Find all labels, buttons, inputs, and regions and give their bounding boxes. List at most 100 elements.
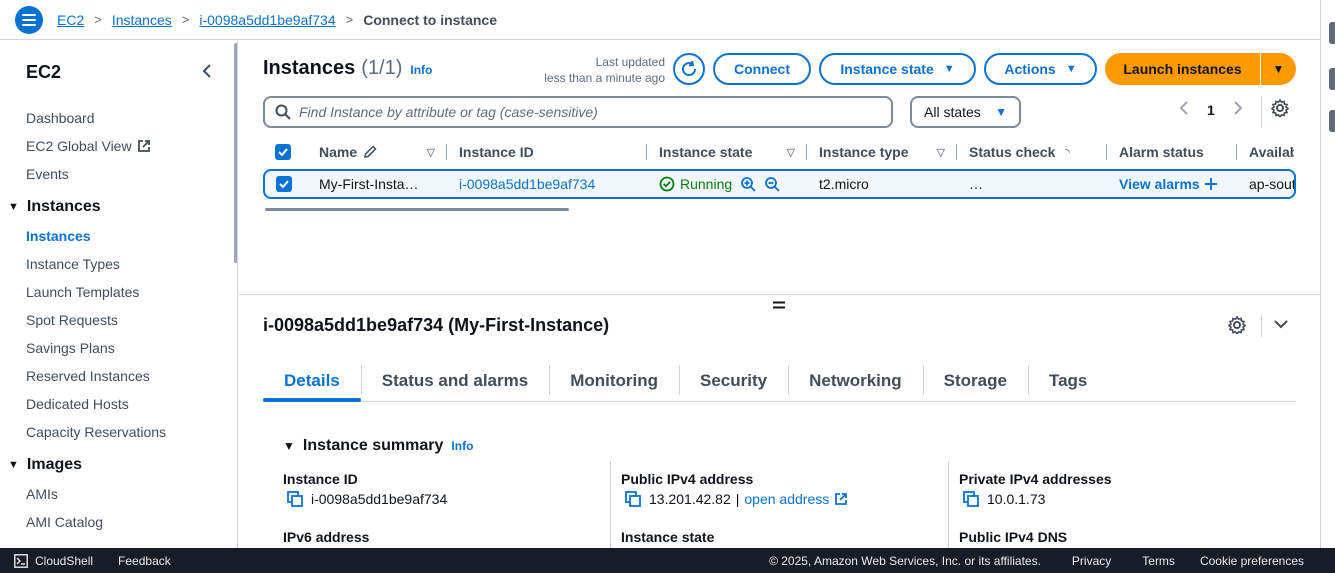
sidebar-item-savings-plans[interactable]: Savings Plans bbox=[26, 334, 237, 362]
edge-handle[interactable] bbox=[1329, 22, 1335, 44]
cell-instance-id-link[interactable]: i-0098a5dd1be9af734 bbox=[447, 176, 647, 192]
column-header-status-check[interactable]: Status check ◝ bbox=[957, 137, 1107, 167]
sidebar-item-capacity-reservations[interactable]: Capacity Reservations bbox=[26, 418, 237, 446]
open-address-link[interactable]: open address bbox=[744, 491, 829, 507]
column-header-instance-state[interactable]: Instance state ▽ bbox=[647, 137, 807, 167]
instances-info-link[interactable]: Info bbox=[410, 63, 432, 77]
tab-networking[interactable]: Networking bbox=[788, 359, 923, 401]
divider bbox=[1261, 315, 1262, 337]
tab-details[interactable]: Details bbox=[263, 359, 361, 402]
tab-storage[interactable]: Storage bbox=[922, 359, 1028, 401]
cookie-preferences-link[interactable]: Cookie preferences bbox=[1200, 554, 1304, 568]
tab-monitoring[interactable]: Monitoring bbox=[549, 359, 679, 401]
instance-state-dropdown[interactable]: Instance state ▼ bbox=[819, 53, 976, 85]
tab-status-and-alarms[interactable]: Status and alarms bbox=[360, 359, 549, 401]
sidebar-section-label: Images bbox=[26, 456, 83, 473]
cell-status-check: … bbox=[969, 176, 983, 192]
sidebar-item-instances[interactable]: Instances bbox=[26, 222, 237, 250]
breadcrumb-ec2[interactable]: EC2 bbox=[57, 12, 84, 28]
instance-id-text: i-0098a5dd1be9af734 bbox=[311, 491, 448, 507]
sidebar-item-events[interactable]: Events bbox=[26, 160, 237, 188]
caret-down-icon: ▼ bbox=[283, 439, 295, 453]
table-horizontal-scrollbar[interactable] bbox=[265, 208, 569, 211]
sort-caret-icon[interactable]: ▽ bbox=[937, 146, 945, 159]
feedback-button[interactable]: Feedback bbox=[118, 554, 171, 568]
collapse-sidebar-icon[interactable] bbox=[201, 61, 213, 84]
terminal-icon bbox=[14, 553, 28, 568]
state-filter-select[interactable]: All states ▼ bbox=[910, 96, 1021, 128]
split-panel-preferences-button[interactable] bbox=[1227, 315, 1247, 337]
sidebar-item-ami-catalog[interactable]: AMI Catalog bbox=[26, 508, 237, 536]
zoom-in-icon[interactable] bbox=[740, 176, 756, 192]
add-icon[interactable] bbox=[1204, 178, 1217, 190]
actions-dropdown[interactable]: Actions ▼ bbox=[984, 53, 1097, 85]
instance-summary-info-link[interactable]: Info bbox=[451, 439, 473, 453]
table-header: Name ▽ Instance ID Instance state ▽ Inst… bbox=[263, 137, 1296, 167]
select-all-checkbox[interactable] bbox=[275, 144, 291, 160]
sidebar-section-images[interactable]: ▼ Images bbox=[0, 450, 237, 480]
copy-icon[interactable] bbox=[287, 491, 303, 507]
external-link-icon bbox=[835, 493, 848, 505]
chevron-right-icon: > bbox=[181, 12, 190, 27]
actions-label: Actions bbox=[1004, 61, 1056, 77]
column-header-name[interactable]: Name ▽ bbox=[307, 137, 447, 167]
breadcrumb: EC2 > Instances > i-0098a5dd1be9af734 > … bbox=[57, 12, 497, 28]
cell-instance-state: Running bbox=[647, 176, 807, 192]
privacy-link[interactable]: Privacy bbox=[1072, 554, 1111, 568]
previous-page-button[interactable] bbox=[1179, 99, 1189, 120]
private-ipv4-label: Private IPv4 addresses bbox=[959, 471, 1112, 487]
column-header-alarm-status[interactable]: Alarm status bbox=[1107, 137, 1237, 167]
terms-link[interactable]: Terms bbox=[1142, 554, 1175, 568]
current-page[interactable]: 1 bbox=[1207, 102, 1215, 118]
breadcrumb-current: Connect to instance bbox=[363, 11, 497, 28]
connect-button[interactable]: Connect bbox=[713, 53, 811, 85]
sidebar-scrollbar[interactable] bbox=[234, 43, 237, 263]
tab-security[interactable]: Security bbox=[679, 359, 788, 401]
summary-column-3: Private IPv4 addresses 10.0.1.73 Public … bbox=[948, 461, 1286, 549]
top-navigation-bar: EC2 > Instances > i-0098a5dd1be9af734 > … bbox=[0, 0, 1320, 40]
sidebar-item-spot-requests[interactable]: Spot Requests bbox=[26, 306, 237, 334]
instance-summary-header[interactable]: ▼ Instance summary Info bbox=[283, 437, 473, 455]
sidebar-item-reserved-instances[interactable]: Reserved Instances bbox=[26, 362, 237, 390]
sidebar-item-launch-templates[interactable]: Launch Templates bbox=[26, 278, 237, 306]
view-alarms-link[interactable]: View alarms bbox=[1119, 176, 1200, 192]
column-header-instance-id[interactable]: Instance ID bbox=[447, 137, 647, 167]
instance-id-label: Instance ID bbox=[283, 471, 358, 487]
tab-tags[interactable]: Tags bbox=[1027, 359, 1108, 401]
menu-toggle-button[interactable] bbox=[15, 5, 43, 34]
edge-handle[interactable] bbox=[1329, 68, 1335, 90]
refresh-button[interactable] bbox=[673, 53, 705, 85]
sidebar-section-instances[interactable]: ▼ Instances bbox=[0, 192, 237, 222]
breadcrumb-instance-id[interactable]: i-0098a5dd1be9af734 bbox=[199, 12, 335, 28]
sidebar-item-instance-types[interactable]: Instance Types bbox=[26, 250, 237, 278]
cloudshell-button[interactable]: CloudShell bbox=[14, 554, 93, 568]
sidebar-item-global-view[interactable]: EC2 Global View bbox=[26, 132, 237, 160]
tab-label: Monitoring bbox=[570, 371, 659, 390]
row-checkbox[interactable] bbox=[276, 176, 292, 192]
breadcrumb-instances[interactable]: Instances bbox=[112, 12, 172, 28]
instance-id-value: i-0098a5dd1be9af734 bbox=[287, 491, 610, 507]
zoom-out-icon[interactable] bbox=[764, 176, 780, 192]
column-header-availability-zone[interactable]: Availab bbox=[1237, 137, 1294, 167]
edge-handle[interactable] bbox=[1329, 110, 1335, 132]
resize-handle-icon[interactable] bbox=[773, 300, 785, 310]
sidebar-item-dashboard[interactable]: Dashboard bbox=[26, 104, 237, 132]
table-preferences-button[interactable] bbox=[1270, 98, 1290, 120]
collapse-panel-button[interactable] bbox=[1273, 316, 1289, 335]
column-header-instance-type[interactable]: Instance type ▽ bbox=[807, 137, 957, 167]
public-ipv4-dns-label: Public IPv4 DNS bbox=[959, 529, 1068, 545]
launch-instances-button[interactable]: Launch instances bbox=[1105, 53, 1260, 85]
sidebar-item-amis[interactable]: AMIs bbox=[26, 480, 237, 508]
next-page-button[interactable] bbox=[1233, 99, 1243, 120]
sort-caret-icon[interactable]: ▽ bbox=[427, 146, 435, 159]
table-row[interactable]: My-First-Insta… i-0098a5dd1be9af734 Runn… bbox=[263, 169, 1296, 199]
search-input[interactable] bbox=[299, 104, 859, 120]
copy-icon[interactable] bbox=[625, 491, 641, 507]
launch-options-dropdown[interactable]: ▼ bbox=[1261, 53, 1296, 85]
last-updated-label: Last updated bbox=[595, 55, 665, 69]
cell-availability-zone: ap-sout bbox=[1249, 176, 1294, 192]
sidebar-item-dedicated-hosts[interactable]: Dedicated Hosts bbox=[26, 390, 237, 418]
sort-caret-icon[interactable]: ▽ bbox=[787, 146, 795, 159]
main-content: Instances (1/1) Info Last updated less t… bbox=[239, 41, 1320, 549]
copy-icon[interactable] bbox=[963, 491, 979, 507]
